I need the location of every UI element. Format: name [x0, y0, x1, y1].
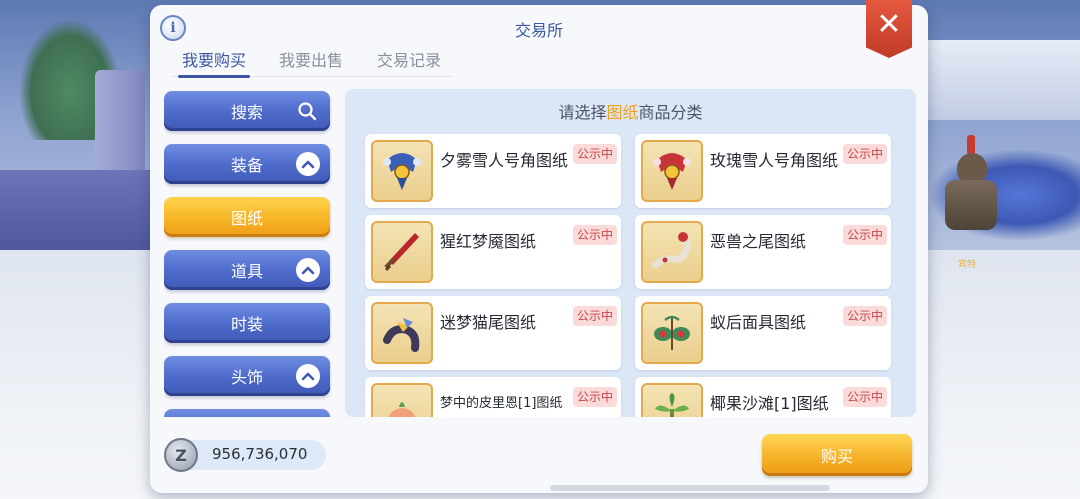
item-panel: 请选择图纸商品分类 夕雾雪人号角图纸 公示中 玫瑰雪人号角图纸 公示中 猩红梦魇… [345, 89, 916, 417]
item-card[interactable]: 椰果沙滩[1]图纸 公示中 [635, 377, 891, 417]
menu-blueprint-button[interactable]: 图纸 [164, 197, 330, 237]
status-badge: 公示中 [572, 387, 617, 407]
home-indicator [550, 485, 830, 491]
tab-history[interactable]: 交易记录 [377, 47, 441, 75]
item-name: 梦中的皮里恩[1]图纸 [440, 396, 563, 411]
menu-label: 头饰 [230, 368, 263, 387]
menu-next-button[interactable] [164, 409, 330, 417]
pillar-decoration [95, 70, 145, 180]
item-card[interactable]: 恶兽之尾图纸 公示中 [635, 215, 891, 289]
item-name: 夕雾雪人号角图纸 [440, 151, 569, 170]
horn-blueprint-icon [371, 140, 433, 202]
status-badge: 公示中 [572, 225, 617, 245]
item-card[interactable]: 夕雾雪人号角图纸 公示中 [365, 134, 621, 208]
item-card[interactable]: 猩红梦魇图纸 公示中 [365, 215, 621, 289]
sword-blueprint-icon [371, 221, 433, 283]
close-icon: ✕ [876, 7, 902, 42]
zeny-balance: Z 956,736,070 [164, 438, 326, 472]
menu-label: 搜索 [230, 103, 263, 122]
menu-headwear-button[interactable]: 头饰 [164, 356, 330, 396]
dialog-title: 交易所 [514, 21, 563, 40]
railing-decoration [925, 40, 1080, 120]
item-card[interactable]: 玫瑰雪人号角图纸 公示中 [635, 134, 891, 208]
trade-dialog: i 交易所 ✕ 我要购买 我要出售 交易记录 搜索 装备 图纸 道具 时装 头饰… [150, 0, 928, 493]
menu-equipment-button[interactable]: 装备 [164, 144, 330, 184]
tab-buy[interactable]: 我要购买 [177, 47, 251, 78]
status-badge: 公示中 [842, 225, 887, 245]
tab-bar: 我要购买 我要出售 交易记录 [172, 47, 452, 78]
item-card[interactable]: 蚁后面具图纸 公示中 [635, 296, 891, 370]
search-icon [298, 102, 317, 121]
mask-blueprint-icon [641, 302, 703, 364]
menu-label: 道具 [230, 262, 263, 281]
item-name: 玫瑰雪人号角图纸 [710, 151, 839, 170]
cat-tail-blueprint-icon [371, 302, 433, 364]
heading-highlight: 图纸 [606, 103, 639, 122]
status-badge: 公示中 [572, 144, 617, 164]
menu-fashion-button[interactable]: 时装 [164, 303, 330, 343]
pet-blueprint-icon [371, 383, 433, 417]
item-name: 蚁后面具图纸 [710, 313, 807, 332]
menu-items-button[interactable]: 道具 [164, 250, 330, 290]
item-card[interactable]: 梦中的皮里恩[1]图纸 公示中 [365, 377, 621, 417]
status-badge: 公示中 [842, 387, 887, 407]
status-badge: 公示中 [842, 306, 887, 326]
menu-label: 图纸 [230, 209, 263, 228]
item-name: 猩红梦魇图纸 [440, 232, 537, 251]
item-name: 椰果沙滩[1]图纸 [710, 394, 829, 413]
close-button[interactable]: ✕ [866, 0, 912, 58]
zeny-coin-icon: Z [164, 438, 198, 472]
status-badge: 公示中 [572, 306, 617, 326]
menu-search-button[interactable]: 搜索 [164, 91, 330, 131]
chevron-up-icon[interactable] [296, 364, 320, 388]
tab-sell[interactable]: 我要出售 [279, 47, 343, 75]
chevron-up-icon[interactable] [296, 152, 320, 176]
item-name: 恶兽之尾图纸 [710, 232, 807, 251]
category-menu: 搜索 装备 图纸 道具 时装 头饰 [164, 89, 332, 417]
menu-label: 时装 [230, 315, 263, 334]
item-name: 迷梦猫尾图纸 [440, 313, 537, 332]
item-card[interactable]: 迷梦猫尾图纸 公示中 [365, 296, 621, 370]
menu-label: 装备 [230, 156, 263, 175]
panel-heading: 请选择图纸商品分类 [558, 103, 703, 122]
tail-blueprint-icon [641, 221, 703, 283]
plant-blueprint-icon [641, 383, 703, 417]
wall-decoration [0, 170, 160, 260]
status-badge: 公示中 [842, 144, 887, 164]
chevron-up-icon[interactable] [296, 258, 320, 282]
buy-button[interactable]: 购买 [762, 434, 912, 476]
zeny-amount: 956,736,070 [212, 445, 308, 463]
npc-name-label: 宾特 [958, 260, 977, 270]
npc-character[interactable] [935, 135, 1005, 245]
horn-blueprint-icon [641, 140, 703, 202]
